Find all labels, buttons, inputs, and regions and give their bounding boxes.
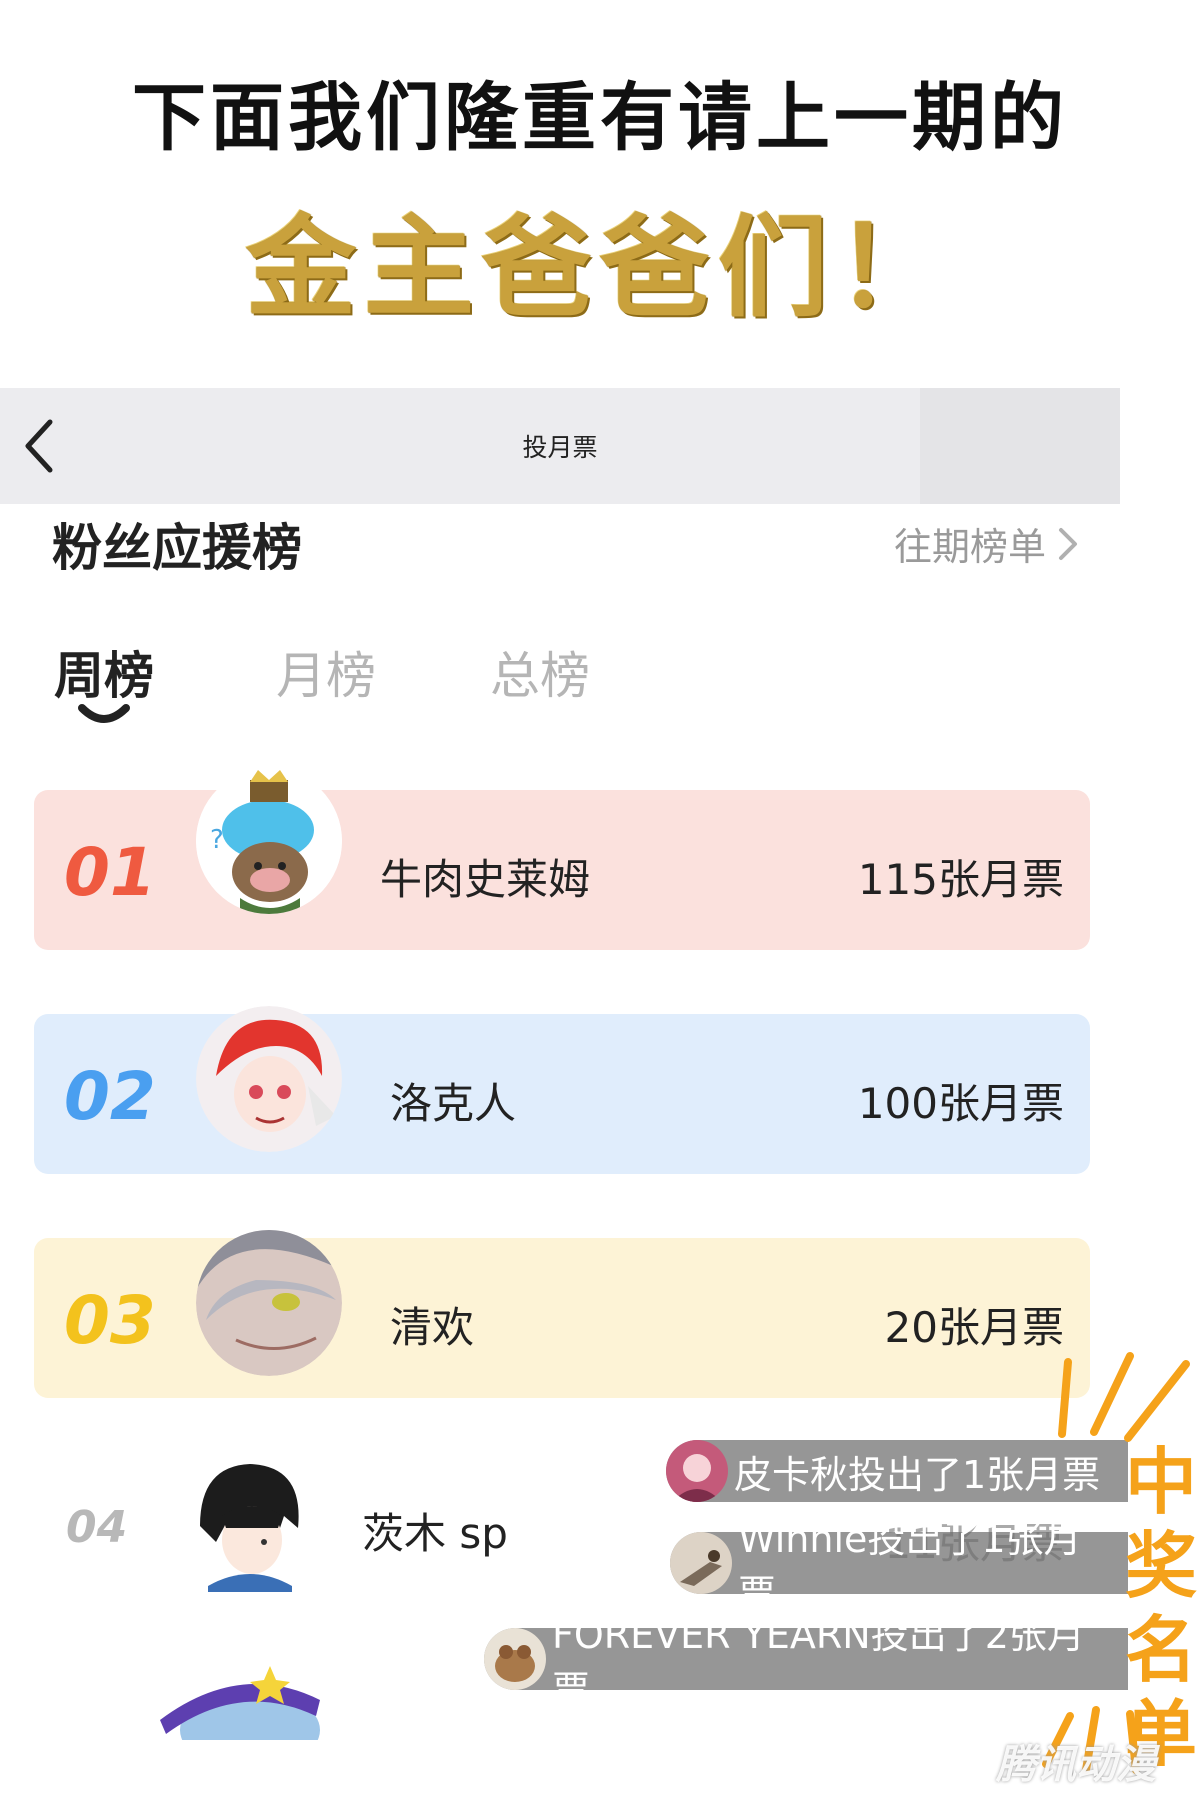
avatar <box>670 1532 732 1594</box>
rank-number: 03 <box>64 1282 156 1359</box>
chevron-right-icon <box>1059 527 1077 560</box>
rank-row-3[interactable]: 03 清欢 20张月票 <box>34 1238 1090 1398</box>
fan-name: 茨木 sp <box>362 1509 508 1558</box>
fan-name: 洛克人 <box>390 1079 517 1128</box>
tab-weekly[interactable]: 周榜 <box>54 636 154 708</box>
rank-number: 01 <box>64 834 156 911</box>
winner-list-label: 中奖名单 <box>1124 1440 1197 1776</box>
avatar <box>666 1440 728 1502</box>
avatar <box>196 1006 342 1152</box>
fan-votes: 115张月票 <box>857 855 1064 904</box>
avatar <box>484 1628 546 1690</box>
fan-name: 清欢 <box>390 1303 475 1352</box>
fan-name: 牛肉史莱姆 <box>380 855 591 904</box>
rank-number: 04 <box>66 1502 128 1553</box>
vote-toast: FOREVER YEARN投出了2张月票 <box>484 1613 1128 1712</box>
emphasis-strokes-icon <box>1058 1352 1190 1442</box>
vote-toast: 皮卡秋投出了1张月票 <box>666 1440 1128 1502</box>
vote-toast: Winnie投出了1张月票 <box>670 1517 1128 1616</box>
avatar <box>180 1456 316 1592</box>
history-board-label: 往期榜单 <box>893 525 1046 569</box>
fan-board-title: 粉丝应援榜 <box>52 519 302 577</box>
vote-toast-text: Winnie投出了1张月票 <box>738 1517 1082 1616</box>
watermark: 腾讯动漫 <box>996 1742 1156 1788</box>
vote-toast-text: 皮卡秋投出了1张月票 <box>734 1452 1101 1497</box>
rank-row-2[interactable]: 02 洛克人 100张月票 <box>34 1014 1090 1174</box>
avatar: ? <box>196 768 342 914</box>
vote-toast-text: FOREVER YEARN投出了2张月票 <box>552 1613 1085 1712</box>
tab-monthly[interactable]: 月榜 <box>276 636 376 708</box>
rank-number: 02 <box>64 1058 156 1135</box>
page-title: 投月票 <box>522 433 598 462</box>
headline-line-1: 下面我们隆重有请上一期的 <box>132 75 1068 161</box>
history-board-link[interactable]: 往期榜单 <box>894 516 1080 571</box>
active-tab-indicator <box>78 704 130 723</box>
navigation-bar: 投月票 <box>0 388 1120 504</box>
headline-line-2: 金主爸爸们！ <box>246 204 954 332</box>
tab-total[interactable]: 总榜 <box>490 636 590 708</box>
rank-row-1[interactable]: 01 牛肉史莱姆 115张月票 <box>34 790 1090 950</box>
avatar <box>150 1660 336 1740</box>
fan-votes: 20张月票 <box>884 1303 1064 1352</box>
avatar <box>196 1230 342 1376</box>
svg-text:?: ? <box>210 825 224 855</box>
fan-votes: 100张月票 <box>857 1079 1064 1128</box>
